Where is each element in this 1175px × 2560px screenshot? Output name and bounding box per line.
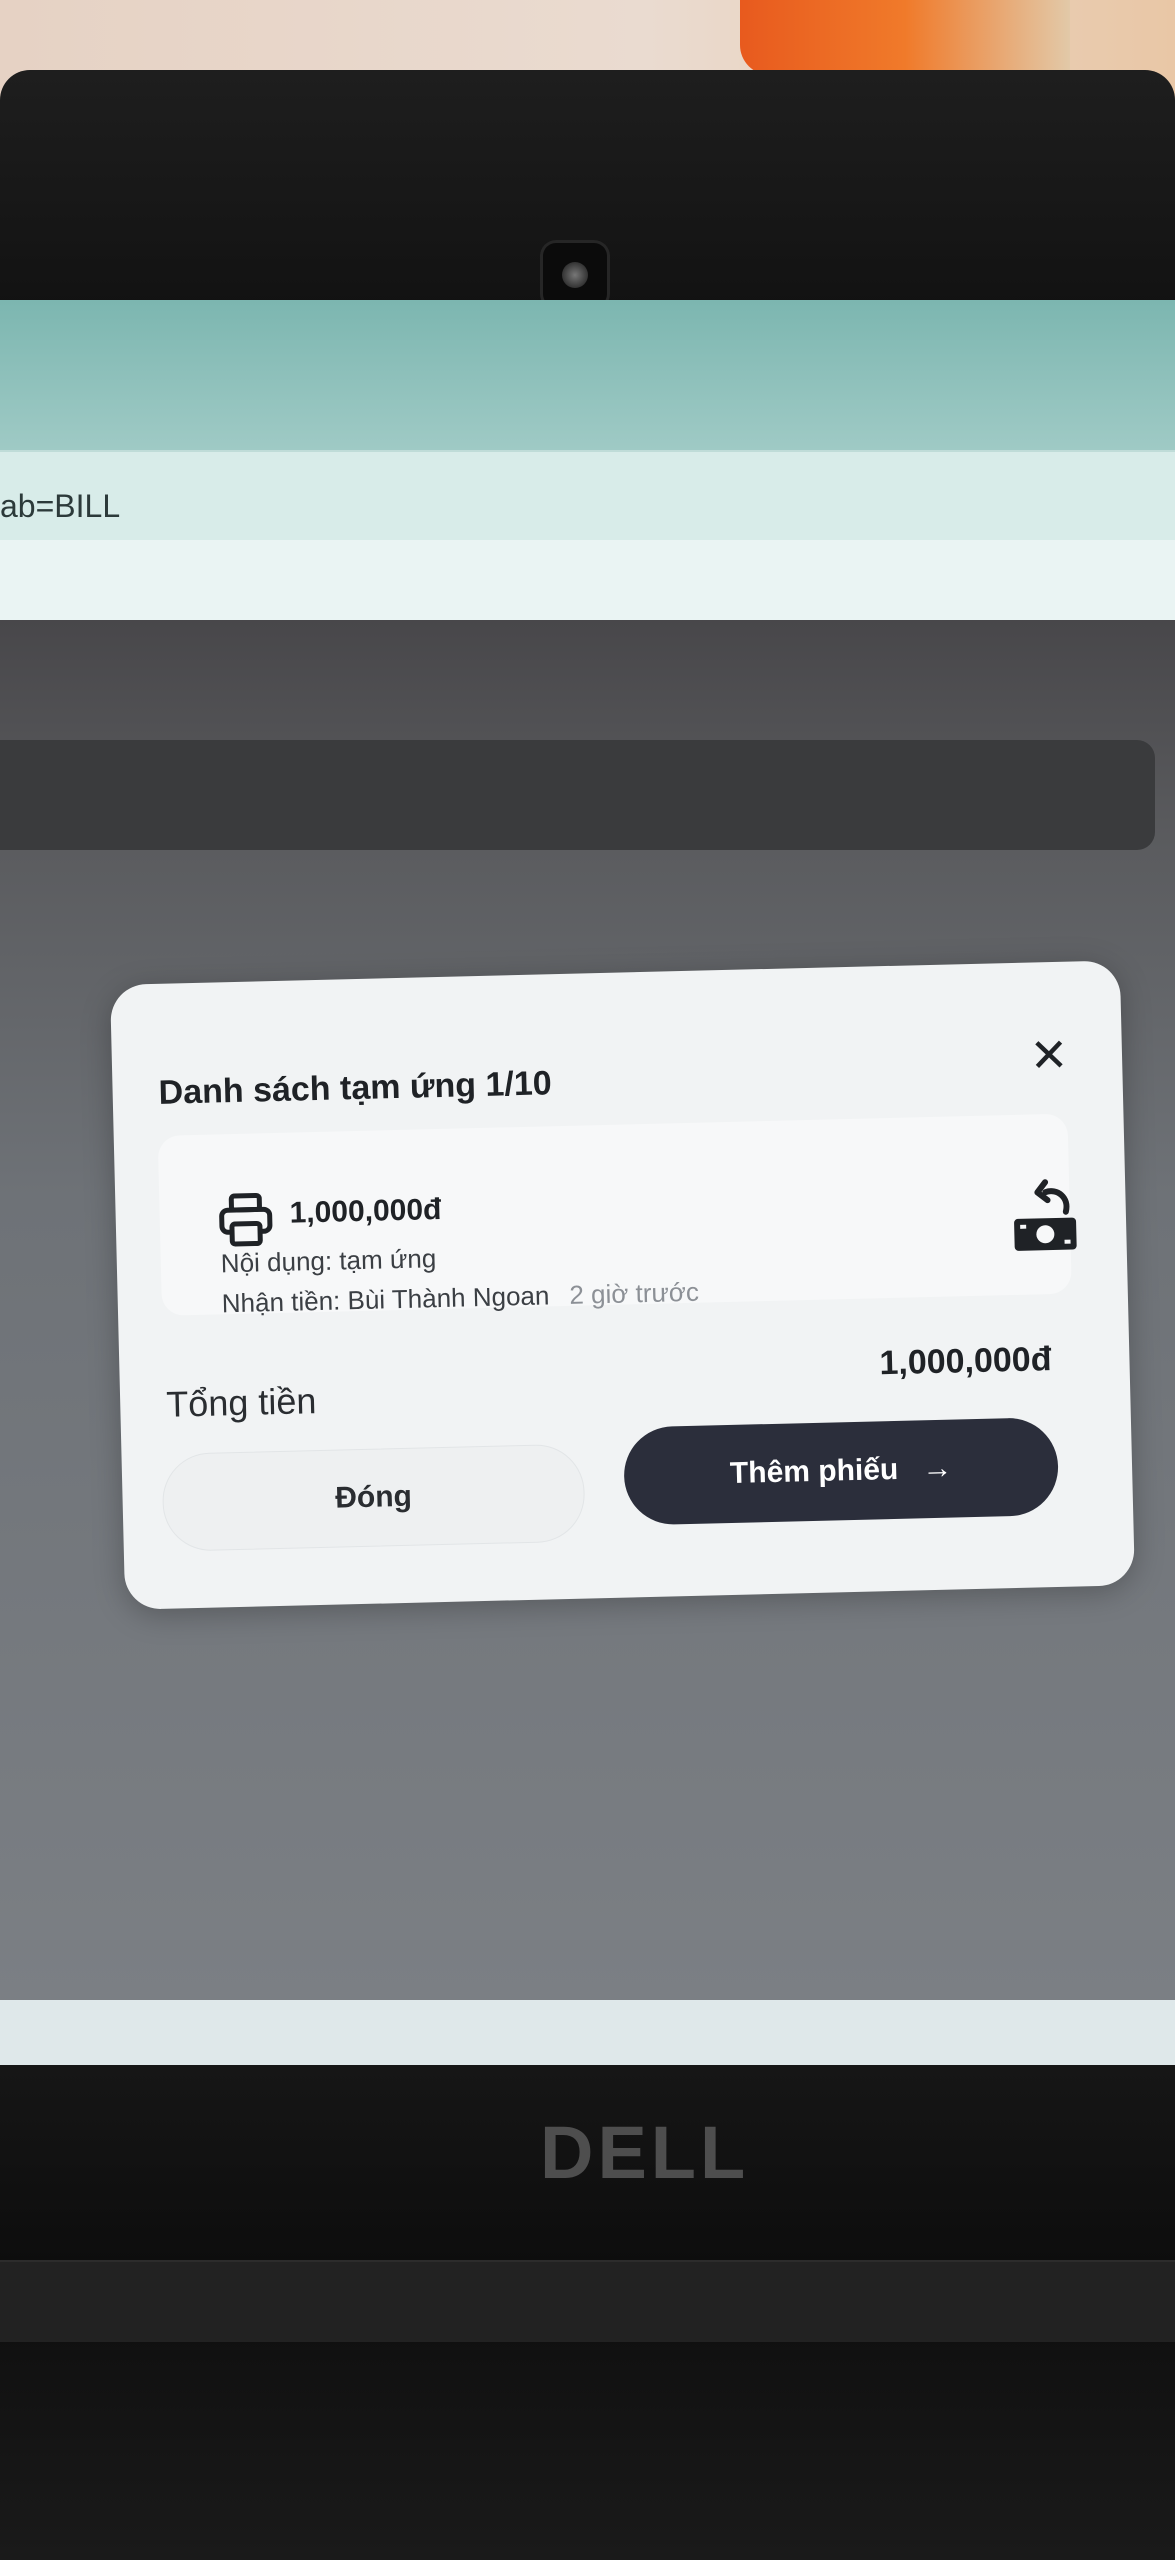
cash-refund-icon[interactable] <box>1007 1177 1089 1259</box>
page-toolbar-strip <box>0 740 1155 850</box>
item-receiver-line: Nhận tiền: Bùi Thành Ngoan 2 giờ trước <box>221 1277 699 1320</box>
total-value: 1,000,000đ <box>879 1340 1052 1383</box>
advance-item-card[interactable]: 1,000,000đ Nội dụng: tạm ứng Nhận tiền: … <box>157 1113 1077 1318</box>
total-label: Tổng tiền <box>165 1380 317 1425</box>
add-voucher-button[interactable]: Thêm phiếu → <box>622 1416 1060 1526</box>
brand-logo: DELL <box>540 2111 750 2194</box>
browser-tab-bar[interactable] <box>0 300 1175 450</box>
browser-address-bar[interactable] <box>0 450 1175 542</box>
page-footer <box>0 2000 1175 2065</box>
item-receiver: Nhận tiền: Bùi Thành Ngoan <box>221 1280 550 1319</box>
page-header <box>0 540 1175 620</box>
advance-list-modal: Danh sách tạm ứng 1/10 ✕ 1,000,000đ Nội … <box>110 960 1135 1610</box>
address-url-text[interactable]: ab=BILL <box>0 488 120 525</box>
arrow-right-icon: → <box>921 1451 953 1486</box>
close-button[interactable]: Đóng <box>161 1443 586 1552</box>
item-content: Nội dụng: tạm ứng <box>220 1243 437 1279</box>
laptop-hinge <box>0 2260 1175 2342</box>
printer-icon <box>219 1192 273 1247</box>
background-toy <box>740 0 1070 75</box>
add-voucher-label: Thêm phiếu <box>729 1452 899 1490</box>
close-icon[interactable]: ✕ <box>1021 1027 1076 1082</box>
item-amount: 1,000,000đ <box>289 1192 442 1230</box>
item-time-ago: 2 giờ trước <box>568 1276 700 1310</box>
modal-title: Danh sách tạm ứng 1/10 <box>158 1064 553 1112</box>
